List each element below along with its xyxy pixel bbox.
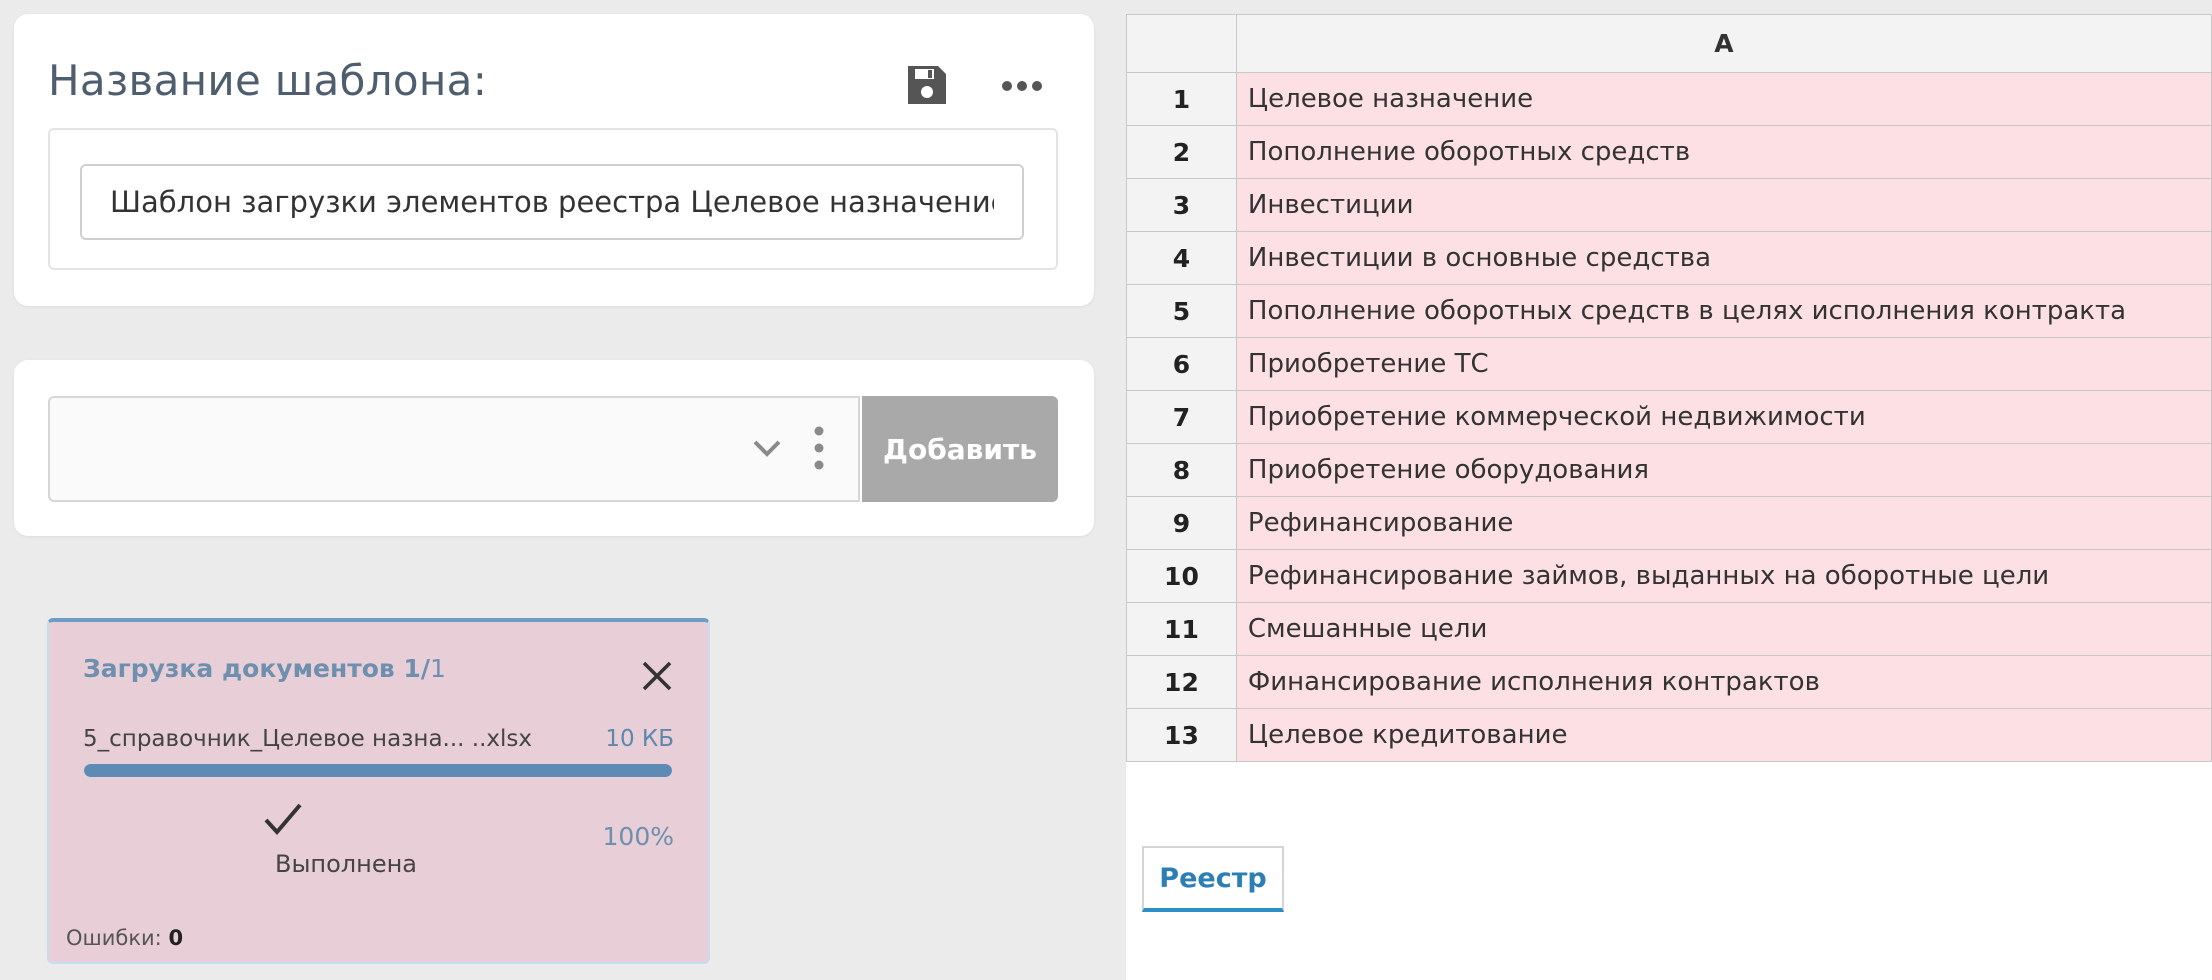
row-number-cell[interactable]: 8 — [1126, 443, 1237, 497]
sheet-row: 6 Приобретение ТС — [1126, 337, 2212, 391]
cell-value[interactable]: Пополнение оборотных средств в целях исп… — [1235, 284, 2212, 338]
row-number-cell[interactable]: 12 — [1126, 655, 1237, 709]
upload-file-name: 5_справочник_Целевое назна... ..xlsx — [83, 726, 533, 752]
cell-value[interactable]: Инвестиции в основные средства — [1235, 231, 2212, 285]
row-number-cell[interactable]: 9 — [1126, 496, 1237, 550]
upload-percent: 100% — [602, 822, 674, 851]
sheet-corner-cell[interactable] — [1126, 14, 1237, 73]
upload-progress-bar — [84, 764, 672, 777]
sheet-header-row: A — [1126, 14, 2212, 73]
sheet-row: 1 Целевое назначение — [1126, 72, 2212, 126]
column-header-a[interactable]: A — [1235, 14, 2212, 73]
sheet-row: 12 Финансирование исполнения контрактов — [1126, 655, 2212, 709]
row-number-cell[interactable]: 13 — [1126, 708, 1237, 762]
template-name-input[interactable] — [80, 164, 1024, 240]
upload-progress-fill — [84, 764, 672, 777]
row-number-cell[interactable]: 2 — [1126, 125, 1237, 179]
sheet-tab-reestr[interactable]: Реестр — [1142, 846, 1284, 912]
close-icon[interactable] — [641, 660, 673, 692]
upload-errors: Ошибки: 0 — [66, 926, 183, 950]
cell-value[interactable]: Приобретение ТС — [1235, 337, 2212, 391]
upload-progress-card: Загрузка документов 1/1 5_справочник_Цел… — [47, 618, 710, 964]
add-button[interactable]: Добавить — [862, 396, 1058, 502]
row-number-cell[interactable]: 10 — [1126, 549, 1237, 603]
upload-title-text: Загрузка документов 1/ — [83, 654, 430, 683]
cell-value[interactable]: Финансирование исполнения контрактов — [1235, 655, 2212, 709]
sheet-row: 7 Приобретение коммерческой недвижимости — [1126, 390, 2212, 444]
check-icon — [264, 803, 302, 836]
cell-value[interactable]: Смешанные цели — [1235, 602, 2212, 656]
row-number-cell[interactable]: 4 — [1126, 231, 1237, 285]
cell-value[interactable]: Пополнение оборотных средств — [1235, 125, 2212, 179]
sheet-row: 4 Инвестиции в основные средства — [1126, 231, 2212, 285]
sheet-row: 11 Смешанные цели — [1126, 602, 2212, 656]
upload-file-size: 10 КБ — [605, 726, 674, 752]
sheet-row: 8 Приобретение оборудования — [1126, 443, 2212, 497]
errors-count: 0 — [168, 926, 184, 950]
template-name-title: Название шаблона: — [48, 56, 488, 105]
element-select[interactable] — [48, 396, 860, 502]
vertical-dots-icon[interactable] — [814, 426, 824, 470]
spreadsheet-table: A 1 Целевое назначение 2 Пополнение оборотн… — [1126, 14, 2212, 762]
sheet-row: 3 Инвестиции — [1126, 178, 2212, 232]
row-number-cell[interactable]: 7 — [1126, 390, 1237, 444]
sheet-row: 13 Целевое кредитование — [1126, 708, 2212, 762]
cell-value[interactable]: Приобретение коммерческой недвижимости — [1235, 390, 2212, 444]
cell-value[interactable]: Рефинансирование — [1235, 496, 2212, 550]
upload-count: 1 — [429, 654, 446, 683]
cell-value[interactable]: Целевое назначение — [1235, 72, 2212, 126]
upload-status: Выполнена — [275, 850, 417, 878]
template-name-card: Название шаблона: — [14, 14, 1094, 306]
sheet-row: 9 Рефинансирование — [1126, 496, 2212, 550]
cell-value[interactable]: Приобретение оборудования — [1235, 443, 2212, 497]
spreadsheet-preview: A 1 Целевое назначение 2 Пополнение оборотн… — [1126, 14, 2212, 980]
row-number-cell[interactable]: 11 — [1126, 602, 1237, 656]
sheet-row: 10 Рефинансирование займов, выданных на о… — [1126, 549, 2212, 603]
save-icon[interactable] — [906, 64, 948, 106]
upload-title: Загрузка документов 1/1 — [83, 654, 446, 683]
template-name-panel — [48, 128, 1058, 270]
row-number-cell[interactable]: 5 — [1126, 284, 1237, 338]
more-options-icon[interactable] — [1000, 76, 1044, 96]
cell-value[interactable]: Рефинансирование займов, выданных на обо… — [1235, 549, 2212, 603]
sheet-row: 2 Пополнение оборотных средств — [1126, 125, 2212, 179]
row-number-cell[interactable]: 1 — [1126, 72, 1237, 126]
cell-value[interactable]: Целевое кредитование — [1235, 708, 2212, 762]
sheet-row: 5 Пополнение оборотных средств в целях ис… — [1126, 284, 2212, 338]
row-number-cell[interactable]: 3 — [1126, 178, 1237, 232]
row-number-cell[interactable]: 6 — [1126, 337, 1237, 391]
cell-value[interactable]: Инвестиции — [1235, 178, 2212, 232]
add-panel-card: Добавить — [14, 360, 1094, 536]
errors-label: Ошибки: — [66, 926, 162, 950]
chevron-down-icon[interactable] — [752, 436, 782, 460]
